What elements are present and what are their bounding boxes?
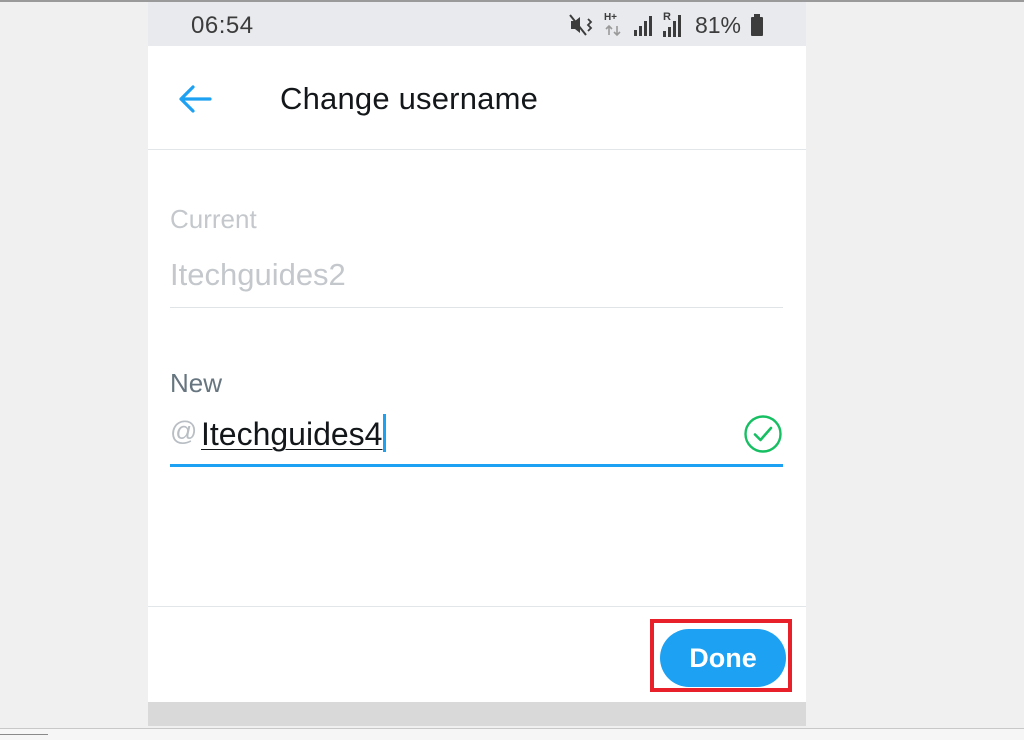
check-circle-icon	[744, 415, 782, 453]
signal-roaming-icon: R	[662, 11, 684, 37]
mute-vibrate-icon	[569, 14, 595, 36]
battery-icon	[750, 13, 764, 37]
new-username-text: Itechguides4	[201, 416, 383, 452]
new-field-underline	[170, 464, 783, 467]
new-username-value: Itechguides4	[201, 414, 387, 453]
current-username-value: Itechguides2	[170, 257, 346, 292]
new-username-label: New	[170, 368, 223, 398]
back-button[interactable]	[176, 82, 216, 116]
window-bottom-edge	[0, 728, 1024, 740]
footer-bar: Done	[148, 606, 806, 703]
page-title: Change username	[280, 81, 539, 116]
bottom-strip	[148, 702, 806, 726]
battery-percent: 81%	[694, 11, 741, 38]
edge-tick	[0, 734, 48, 735]
current-username-label: Current	[170, 204, 257, 234]
new-username-input[interactable]: @ Itechguides4	[170, 410, 783, 466]
status-bar: 06:54 H+ R 81%	[148, 2, 806, 46]
signal-icon	[633, 14, 653, 36]
app-bar: Change username	[148, 46, 806, 150]
at-prefix: @	[170, 416, 198, 446]
text-caret	[383, 414, 387, 452]
status-icons: H+ R 81%	[569, 11, 764, 38]
data-transfer-icon: H+	[604, 12, 624, 37]
done-button[interactable]: Done	[660, 629, 786, 687]
phone-screen: 06:54 H+ R 81% Change username Current I…	[148, 2, 806, 726]
arrow-left-icon	[179, 85, 212, 113]
current-field-underline	[170, 307, 783, 308]
status-time: 06:54	[191, 12, 254, 39]
